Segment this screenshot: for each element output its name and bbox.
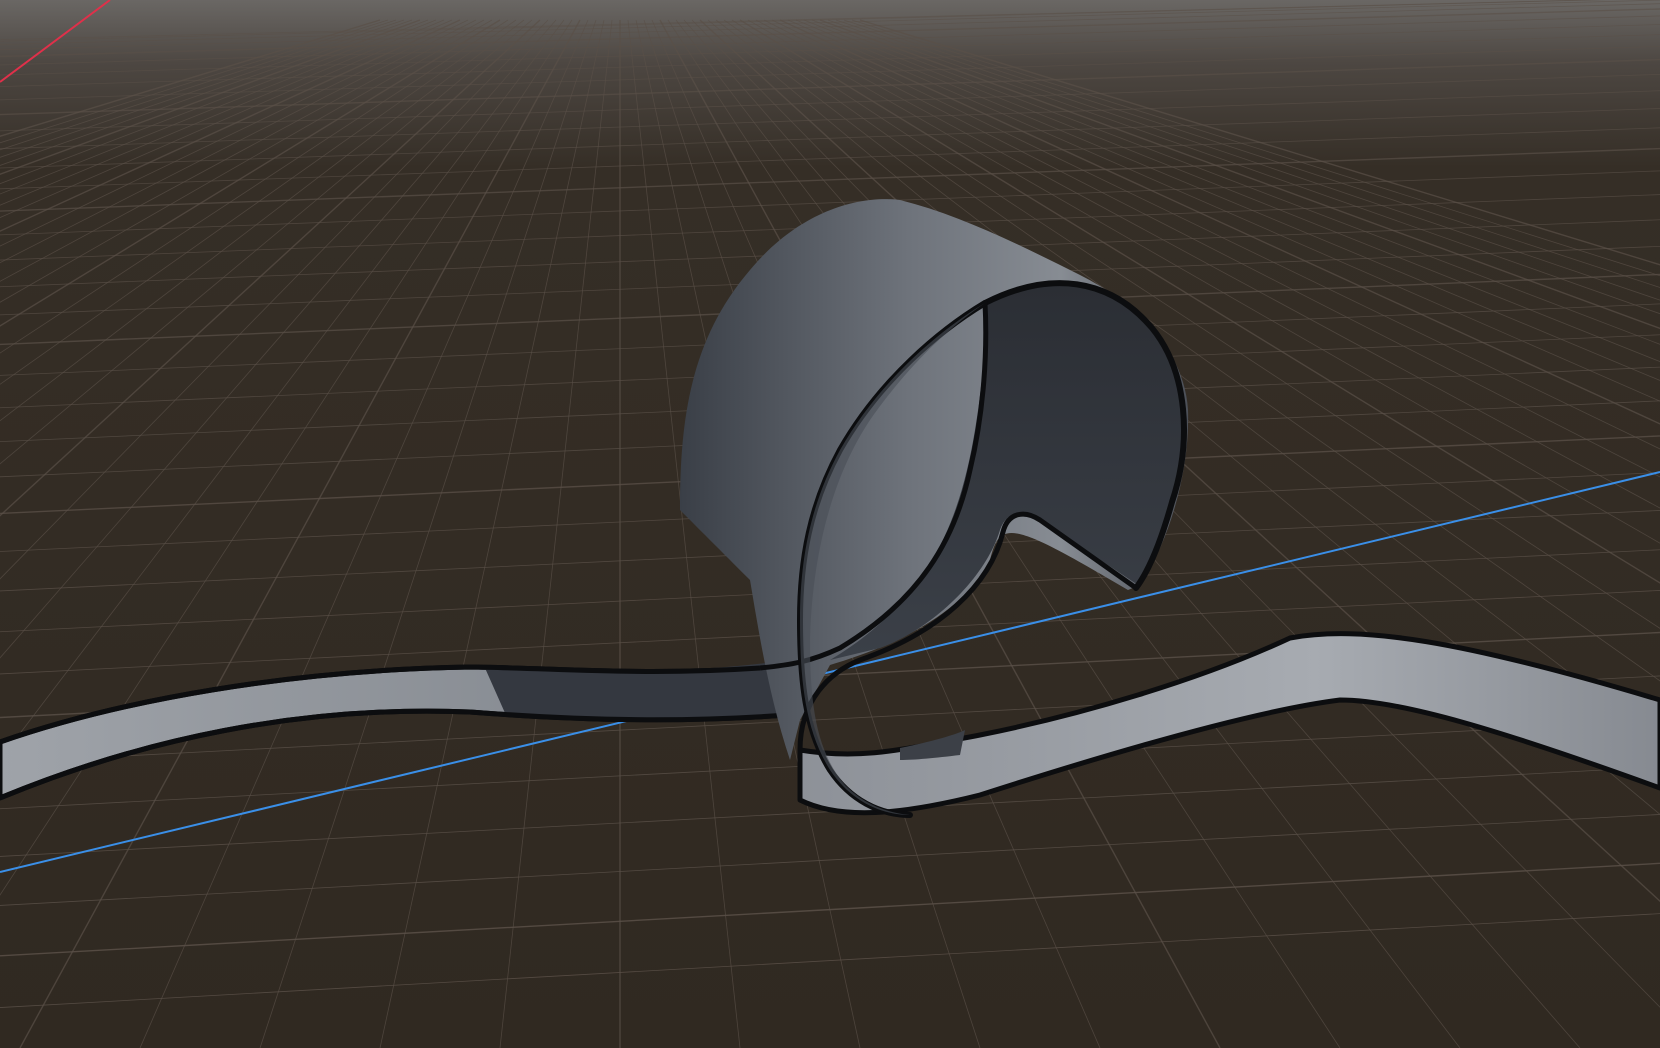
3d-viewport[interactable] — [0, 0, 1660, 1048]
viewport-canvas[interactable] — [0, 0, 1660, 1048]
